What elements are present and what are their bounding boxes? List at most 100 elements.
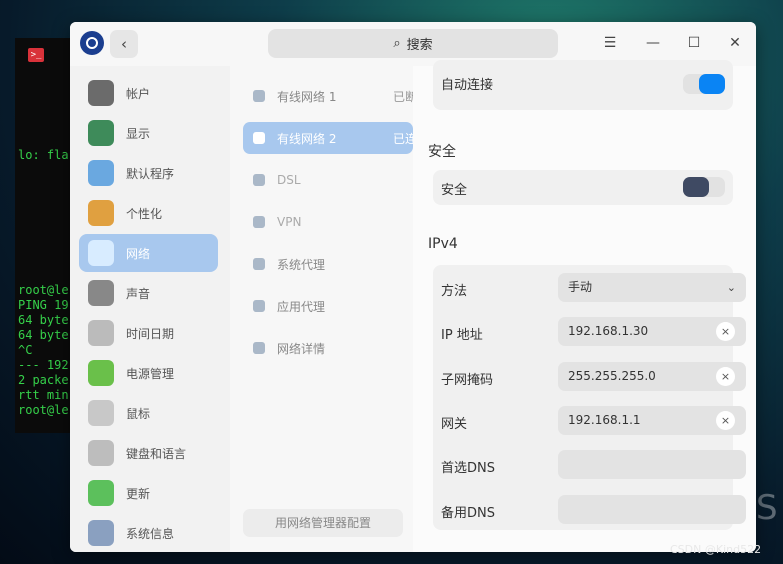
network-item-label: 应用代理 — [277, 299, 326, 314]
ip-value: 192.168.1.30 — [568, 324, 649, 338]
sidebar-item-icon — [88, 480, 114, 506]
clear-icon[interactable]: × — [716, 322, 735, 341]
terminal-line: ^C — [18, 343, 33, 357]
search-box[interactable]: ⌕ 搜索 — [268, 29, 558, 58]
sidebar-item[interactable]: 时间日期 — [79, 314, 218, 352]
auto-connect-label: 自动连接 — [441, 78, 494, 93]
network-list-item[interactable]: DSL — [243, 164, 413, 196]
subnet-mask-input[interactable]: 255.255.255.0 × — [558, 362, 746, 391]
minimize-button[interactable]: — — [643, 33, 663, 53]
terminal-line: rtt min — [18, 388, 69, 402]
terminal-line: 64 byte — [18, 328, 69, 342]
network-list-item[interactable]: 有线网络 1 已断 — [243, 80, 413, 112]
network-item-label: 网络详情 — [277, 341, 326, 356]
desktop-logo: S — [756, 488, 778, 528]
network-manager-button[interactable]: 用网络管理器配置 — [243, 509, 403, 537]
ipv4-panel: 方法 手动 ⌄ IP 地址 192.168.1.30 × 子网掩码 255.25… — [433, 265, 746, 530]
dns1-label: 首选DNS — [441, 461, 495, 476]
sidebar-item-icon — [88, 520, 114, 546]
auto-connect-row: 自动连接 — [433, 60, 733, 110]
sidebar-item-label: 键盘和语言 — [126, 446, 187, 461]
network-item-icon — [253, 342, 265, 354]
network-item-status: 已断 — [393, 89, 413, 104]
sidebar-item[interactable]: 键盘和语言 — [79, 434, 218, 472]
sidebar-item-label: 帐户 — [126, 86, 151, 101]
method-label: 方法 — [441, 284, 468, 299]
network-list-item[interactable]: VPN — [243, 206, 413, 238]
method-select[interactable]: 手动 ⌄ — [558, 273, 746, 302]
clear-icon[interactable]: × — [716, 367, 735, 386]
sidebar-item[interactable]: 显示 — [79, 114, 218, 152]
terminal-line: 64 byte — [18, 313, 69, 327]
control-center-window: ‹ ⌕ 搜索 ☰ — ☐ ✕ 帐户显示默认程序个性化网络声音时间日期电源管理鼠标… — [70, 22, 756, 552]
security-label: 安全 — [441, 183, 468, 198]
sidebar-item-icon — [88, 320, 114, 346]
maximize-button[interactable]: ☐ — [684, 33, 704, 53]
toggle-knob — [683, 177, 709, 197]
ip-address-input[interactable]: 192.168.1.30 × — [558, 317, 746, 346]
sidebar-item-icon — [88, 160, 114, 186]
sidebar-item-icon — [88, 440, 114, 466]
terminal-line: lo: fla — [18, 148, 69, 162]
clear-icon[interactable]: × — [716, 411, 735, 430]
sidebar-item-label: 电源管理 — [126, 366, 175, 381]
network-list-item[interactable]: 网络详情 — [243, 332, 413, 364]
network-item-icon — [253, 174, 265, 186]
network-item-icon — [253, 258, 265, 270]
ip-label: IP 地址 — [441, 328, 483, 343]
gateway-label: 网关 — [441, 417, 468, 432]
menu-button[interactable]: ☰ — [600, 33, 620, 53]
network-item-icon — [253, 132, 265, 144]
search-placeholder: 搜索 — [406, 38, 433, 53]
network-list-item[interactable]: 应用代理 — [243, 290, 413, 322]
sidebar-item-label: 系统信息 — [126, 526, 175, 541]
sidebar-item-icon — [88, 120, 114, 146]
sidebar-item-label: 默认程序 — [126, 166, 175, 181]
sidebar-item-label: 更新 — [126, 486, 151, 501]
sidebar-item-icon — [88, 280, 114, 306]
sidebar-item[interactable]: 默认程序 — [79, 154, 218, 192]
sidebar-item[interactable]: 声音 — [79, 274, 218, 312]
network-item-label: VPN — [277, 215, 302, 229]
network-list-item[interactable]: 有线网络 2 已连 — [243, 122, 413, 154]
sidebar-item[interactable]: 网络 — [79, 234, 218, 272]
toggle-knob — [699, 74, 725, 94]
sidebar-item-label: 鼠标 — [126, 406, 151, 421]
sidebar-item[interactable]: 电源管理 — [79, 354, 218, 392]
secondary-dns-input[interactable] — [558, 495, 746, 524]
sidebar-item[interactable]: 个性化 — [79, 194, 218, 232]
sidebar-item-icon — [88, 400, 114, 426]
network-item-label: 系统代理 — [277, 257, 326, 272]
primary-dns-input[interactable] — [558, 450, 746, 479]
gateway-value: 192.168.1.1 — [568, 413, 641, 427]
mask-label: 子网掩码 — [441, 373, 494, 388]
security-section-title: 安全 — [428, 144, 456, 160]
close-button[interactable]: ✕ — [725, 33, 745, 53]
sidebar-item[interactable]: 系统信息 — [79, 514, 218, 552]
sidebar-item-label: 个性化 — [126, 206, 163, 221]
network-item-label: DSL — [277, 173, 301, 187]
security-row: 安全 — [433, 170, 733, 205]
security-toggle[interactable] — [683, 177, 725, 197]
auto-connect-toggle[interactable] — [683, 74, 725, 94]
network-item-icon — [253, 300, 265, 312]
terminal-icon: >_ — [28, 48, 44, 62]
watermark: CSDN @Kind522 — [670, 543, 762, 556]
network-list-item[interactable]: 系统代理 — [243, 248, 413, 280]
sidebar-item[interactable]: 更新 — [79, 474, 218, 512]
terminal-line: 2 packe — [18, 373, 69, 387]
sidebar-item-icon — [88, 240, 114, 266]
terminal-line: root@le — [18, 403, 69, 417]
terminal-line: --- 192 — [18, 358, 69, 372]
sidebar-item[interactable]: 鼠标 — [79, 394, 218, 432]
sidebar-item-label: 时间日期 — [126, 326, 175, 341]
network-item-icon — [253, 216, 265, 228]
sidebar-item-label: 网络 — [126, 246, 151, 261]
method-value: 手动 — [568, 280, 593, 294]
terminal-line: PING 19 — [18, 298, 69, 312]
back-button[interactable]: ‹ — [110, 30, 138, 58]
sidebar-item-icon — [88, 360, 114, 386]
sidebar-item[interactable]: 帐户 — [79, 74, 218, 112]
gateway-input[interactable]: 192.168.1.1 × — [558, 406, 746, 435]
sidebar-item-icon — [88, 200, 114, 226]
